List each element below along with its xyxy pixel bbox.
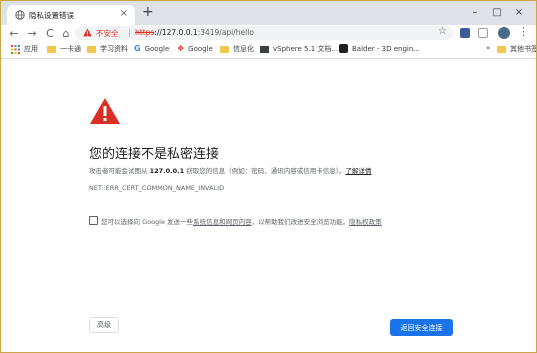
back-to-safety-button[interactable]: 返回安全连接	[390, 319, 453, 336]
new-tab-button[interactable]: +	[142, 5, 154, 19]
address-bar[interactable]: 不安全 https://127.0.0.1:3419/api/hello ☆	[75, 26, 453, 40]
bookmark-item[interactable]: 信息化	[220, 44, 254, 54]
bookmark-item[interactable]: 一卡通	[47, 44, 81, 54]
system-info-link[interactable]: 系统信息和网页内容	[193, 218, 252, 226]
menu-dots-icon[interactable]: ⋮	[518, 25, 529, 38]
title-bar: 隐私设置错误 × + – □ ×	[1, 1, 536, 25]
bookmark-label: 一卡通	[60, 45, 81, 53]
bookmark-label: Google	[188, 44, 213, 53]
extension-puzzle-icon[interactable]	[478, 28, 488, 38]
vmware-icon	[260, 45, 269, 53]
send-report-checkbox[interactable]	[89, 216, 98, 225]
page-title: 您的连接不是私密连接	[89, 147, 220, 162]
toolbar: ← → C ⌂ 不安全 https://127.0.0.1:3419/api/h…	[1, 25, 536, 41]
error-description: 攻击者可能会试图从 127.0.0.1 窃取您的信息（例如：密码、通讯内容或信用…	[89, 165, 371, 175]
divider	[129, 29, 130, 37]
desc-suffix: 窃取您的信息（例如：密码、通讯内容或信用卡信息）。	[184, 167, 346, 175]
bookmark-item[interactable]: 学习资料	[87, 44, 128, 54]
folder-icon	[497, 45, 506, 53]
bookmark-item[interactable]: vSphere 5.1 文档...	[260, 44, 338, 54]
home-button[interactable]: ⌂	[59, 25, 73, 41]
folder-icon	[220, 45, 229, 53]
warning-icon	[83, 28, 92, 37]
bookmark-label: Google	[144, 44, 170, 53]
folder-icon	[87, 45, 96, 53]
bookmark-item[interactable]: G Google	[134, 44, 169, 53]
google-g-icon: ❖	[177, 44, 185, 53]
not-secure-label[interactable]: 不安全	[96, 28, 119, 39]
other-bookmarks[interactable]: 其他书签	[497, 44, 537, 54]
other-bookmarks-label: 其他书签	[510, 45, 537, 53]
bookmarks-overflow-button[interactable]: »	[486, 44, 490, 52]
minimize-button[interactable]: –	[464, 4, 486, 20]
forward-button[interactable]: →	[25, 25, 39, 41]
bookmark-item[interactable]: Balder - 3D engin...	[339, 44, 420, 53]
interstitial-page: 您的连接不是私密连接 攻击者可能会试图从 127.0.0.1 窃取您的信息（例如…	[1, 59, 536, 352]
url-scheme: https	[135, 28, 155, 37]
close-window-button[interactable]: ×	[508, 4, 530, 20]
bookmark-label: 学习资料	[100, 45, 128, 53]
error-code[interactable]: NET::ERR_CERT_COMMON_NAME_INVALID	[89, 184, 224, 192]
extension-icon[interactable]	[460, 28, 470, 38]
bookmark-label: Balder - 3D engin...	[352, 44, 420, 53]
advanced-button[interactable]: 高级	[89, 317, 119, 333]
apps-label: 应用	[24, 45, 38, 53]
close-tab-icon[interactable]: ×	[120, 8, 128, 19]
privacy-policy-link[interactable]: 隐私权政策	[349, 218, 382, 226]
tab-privacy-error[interactable]: 隐私设置错误 ×	[7, 5, 135, 25]
desc-prefix: 攻击者可能会试图从	[89, 167, 150, 175]
balder-icon	[339, 44, 348, 53]
back-button[interactable]: ←	[7, 25, 21, 41]
url-text[interactable]: https://127.0.0.1:3419/api/hello	[135, 28, 254, 37]
avatar[interactable]	[498, 27, 510, 39]
maximize-button[interactable]: □	[486, 4, 508, 20]
url-host: ://127.0.0.1	[154, 28, 198, 37]
tab-title: 隐私设置错误	[29, 11, 74, 20]
bookmark-label: vSphere 5.1 文档...	[273, 45, 339, 53]
apps-shortcut[interactable]: 应用	[11, 44, 38, 54]
send-report-label: 您可以选择向 Google 发送一些系统信息和网页内容，以帮助我们改进安全浏览功…	[101, 216, 382, 226]
optin-middle: ，以帮助我们改进安全浏览功能。	[251, 218, 350, 226]
browser-window: 隐私设置错误 × + – □ × ← → C ⌂ 不安全 https://127…	[0, 0, 537, 353]
desc-host: 127.0.0.1	[149, 167, 185, 175]
bookmark-item[interactable]: ❖ Google	[177, 44, 213, 53]
warning-triangle-icon	[90, 98, 120, 124]
bookmark-star-icon[interactable]: ☆	[438, 26, 447, 37]
globe-icon	[15, 10, 25, 20]
window-controls: – □ ×	[464, 4, 530, 20]
learn-more-link[interactable]: 了解详情	[345, 167, 371, 175]
url-path: :3419/api/hello	[197, 28, 254, 37]
folder-icon	[47, 45, 56, 53]
bookmark-label: 信息化	[233, 45, 254, 53]
google-g-icon: G	[134, 44, 141, 53]
apps-grid-icon	[11, 44, 20, 54]
bookmarks-bar: 应用 一卡通 学习资料 G Google ❖ Google 信息化 vSphere …	[1, 41, 536, 59]
optin-prefix: 您可以选择向 Google 发送一些	[101, 218, 194, 226]
reload-button[interactable]: C	[43, 25, 57, 41]
